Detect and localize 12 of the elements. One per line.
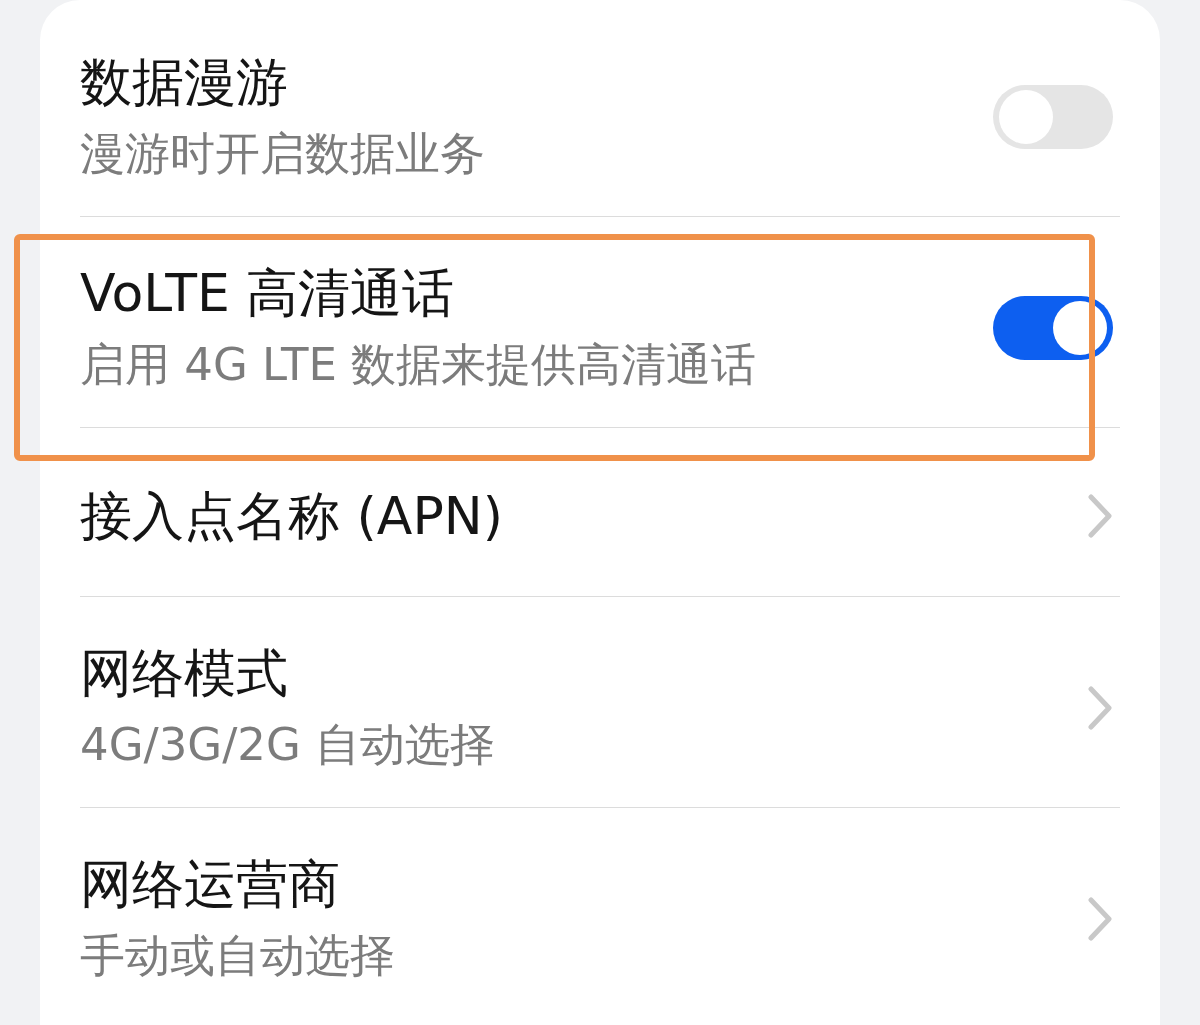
chevron-right-icon: [1088, 494, 1112, 538]
setting-title: 网络模式: [80, 643, 288, 703]
setting-description: 漫游时开启数据业务: [80, 126, 485, 182]
setting-description: 4G/3G/2G 自动选择: [80, 717, 496, 773]
chevron-right-icon: [1088, 686, 1112, 730]
setting-title: 接入点名称 (APN): [80, 486, 503, 546]
setting-description: 手动或自动选择: [80, 928, 395, 984]
setting-title: 网络运营商: [80, 854, 340, 914]
setting-title: 数据漫游: [80, 52, 288, 112]
chevron-right-icon: [1088, 897, 1112, 941]
setting-description: 启用 4G LTE 数据来提供高清通话: [80, 337, 757, 393]
setting-title: VoLTE 高清通话: [80, 263, 455, 323]
